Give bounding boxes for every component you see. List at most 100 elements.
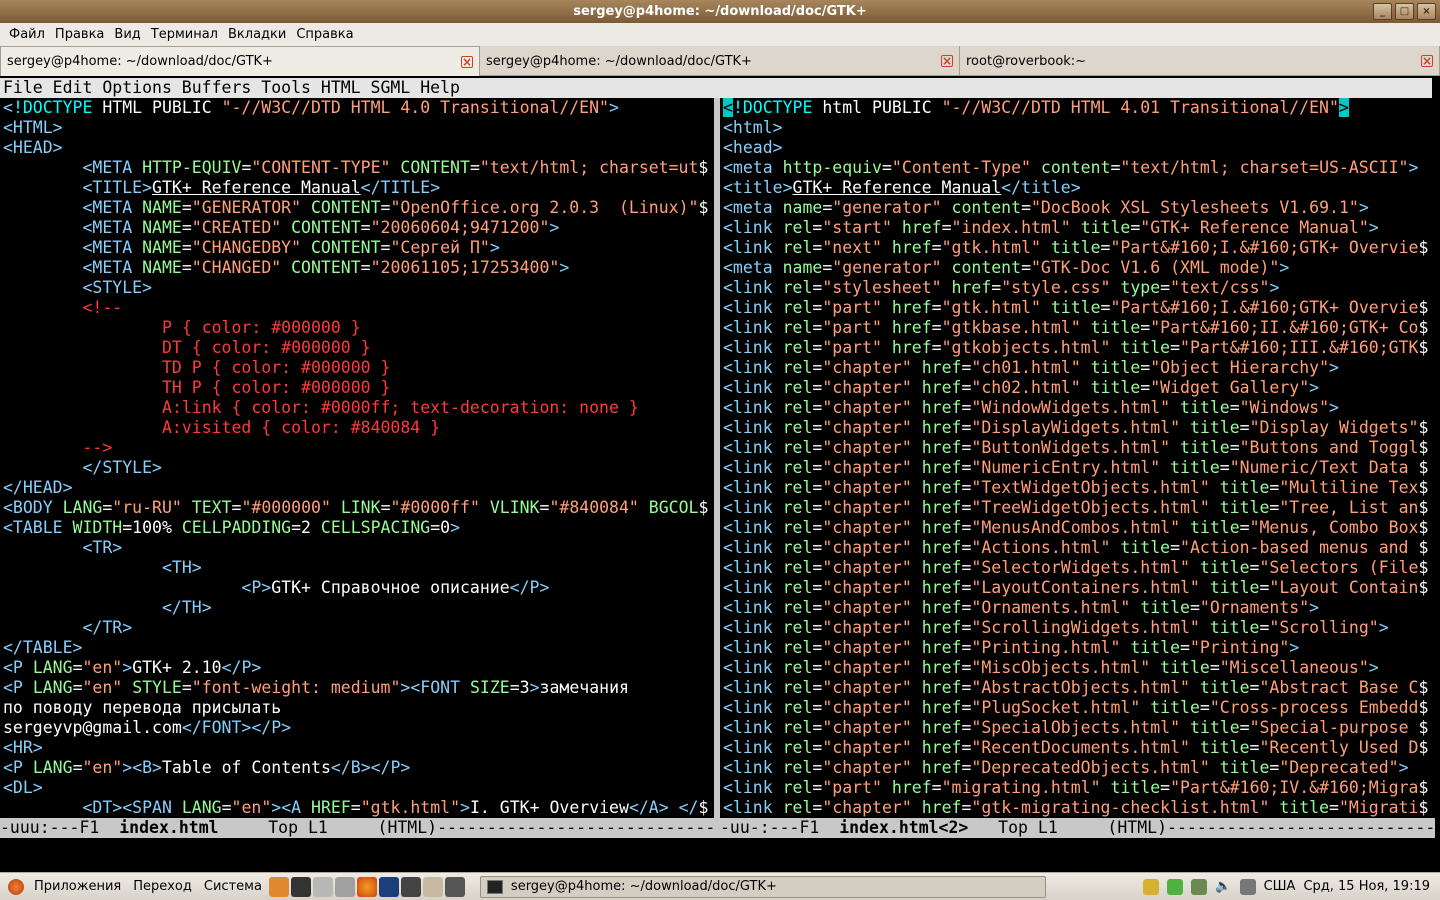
- code-line[interactable]: <html>: [723, 118, 1435, 138]
- maximize-button[interactable]: □: [1395, 3, 1414, 20]
- code-line[interactable]: <link rel="chapter" href="WindowWidgets.…: [723, 398, 1435, 418]
- code-line[interactable]: <P>GTK+ Справочное описание</P>: [3, 578, 713, 598]
- keyboard-layout[interactable]: США: [1264, 879, 1296, 894]
- code-line[interactable]: <TABLE WIDTH=100% CELLPADDING=2 CELLSPAC…: [3, 518, 713, 538]
- code-line[interactable]: <STYLE>: [3, 278, 713, 298]
- code-line[interactable]: <META NAME="GENERATOR" CONTENT="OpenOffi…: [3, 198, 713, 218]
- code-line[interactable]: <HEAD>: [3, 138, 713, 158]
- code-line[interactable]: <link rel="start" href="index.html" titl…: [723, 218, 1435, 238]
- code-line[interactable]: </HEAD>: [3, 478, 713, 498]
- code-line[interactable]: <link rel="chapter" href="NumericEntry.h…: [723, 458, 1435, 478]
- code-line[interactable]: P { color: #000000 }: [3, 318, 713, 338]
- code-line[interactable]: <link rel="chapter" href="Actions.html" …: [723, 538, 1435, 558]
- code-line[interactable]: <DL>: [3, 778, 713, 798]
- close-tab-icon[interactable]: ×: [461, 55, 473, 68]
- menu-applications[interactable]: Приложения: [28, 879, 127, 894]
- code-line[interactable]: A:link { color: #0000ff; text-decoration…: [3, 398, 713, 418]
- code-line[interactable]: <meta name="generator" content="DocBook …: [723, 198, 1435, 218]
- minimize-button[interactable]: _: [1373, 3, 1392, 20]
- tab-1[interactable]: sergey@p4home: ~/download/doc/GTK+ ×: [0, 46, 480, 76]
- code-line[interactable]: </TR>: [3, 618, 713, 638]
- code-line[interactable]: <META NAME="CHANGEDBY" CONTENT="Сергей П…: [3, 238, 713, 258]
- menu-view[interactable]: Вид: [109, 27, 145, 42]
- code-line[interactable]: <link rel="chapter" href="ch02.html" tit…: [723, 378, 1435, 398]
- code-line[interactable]: <link rel="part" href="migrating.html" t…: [723, 778, 1435, 798]
- menu-help[interactable]: Справка: [291, 27, 358, 42]
- code-line[interactable]: <META HTTP-EQUIV="CONTENT-TYPE" CONTENT=…: [3, 158, 713, 178]
- emacs-menubar[interactable]: File Edit Options Buffers Tools HTML SGM…: [0, 78, 1432, 98]
- menu-file[interactable]: Файл: [4, 27, 50, 42]
- code-line[interactable]: <link rel="chapter" href="SpecialObjects…: [723, 718, 1435, 738]
- code-line[interactable]: <link rel="next" href="gtk.html" title="…: [723, 238, 1435, 258]
- code-line[interactable]: <head>: [723, 138, 1435, 158]
- menu-places[interactable]: Переход: [127, 879, 198, 894]
- code-line[interactable]: <link rel="chapter" href="SelectorWidget…: [723, 558, 1435, 578]
- code-line[interactable]: </TH>: [3, 598, 713, 618]
- code-line[interactable]: <BODY LANG="ru-RU" TEXT="#000000" LINK="…: [3, 498, 713, 518]
- settings-launcher-icon[interactable]: [312, 876, 333, 897]
- code-line[interactable]: <link rel="stylesheet" href="style.css" …: [723, 278, 1435, 298]
- screen-launcher-icon[interactable]: [400, 876, 421, 897]
- code-line[interactable]: <DT><SPAN LANG="en"><A HREF="gtk.html">I…: [3, 798, 713, 818]
- code-line[interactable]: <TH>: [3, 558, 713, 578]
- code-line[interactable]: <link rel="part" href="gtkobjects.html" …: [723, 338, 1435, 358]
- code-line[interactable]: <meta http-equiv="Content-Type" content=…: [723, 158, 1435, 178]
- tools-launcher-icon[interactable]: [334, 876, 355, 897]
- menu-edit[interactable]: Правка: [50, 27, 109, 42]
- code-line[interactable]: <link rel="chapter" href="AbstractObject…: [723, 678, 1435, 698]
- window-titlebar[interactable]: sergey@p4home: ~/download/doc/GTK+ _ □ ×: [0, 0, 1440, 23]
- code-line[interactable]: <!DOCTYPE HTML PUBLIC "-//W3C//DTD HTML …: [3, 98, 713, 118]
- code-line[interactable]: A:visited { color: #840084 }: [3, 418, 713, 438]
- volume-icon[interactable]: 🔈: [1215, 879, 1231, 894]
- code-line[interactable]: <link rel="chapter" href="gtk-migrating-…: [723, 798, 1435, 818]
- code-line[interactable]: <link rel="chapter" href="Ornaments.html…: [723, 598, 1435, 618]
- update-icon[interactable]: [1167, 878, 1184, 895]
- network-icon[interactable]: [1191, 878, 1208, 895]
- code-line[interactable]: <link rel="chapter" href="MenusAndCombos…: [723, 518, 1435, 538]
- code-line[interactable]: <TITLE>GTK+ Reference Manual</TITLE>: [3, 178, 713, 198]
- code-line[interactable]: <link rel="chapter" href="LayoutContaine…: [723, 578, 1435, 598]
- code-line[interactable]: <title>GTK+ Reference Manual</title>: [723, 178, 1435, 198]
- close-button[interactable]: ×: [1417, 3, 1436, 20]
- code-line[interactable]: <!--: [3, 298, 713, 318]
- code-line[interactable]: DT { color: #000000 }: [3, 338, 713, 358]
- clock[interactable]: Срд, 15 Ноя, 19:19: [1303, 879, 1430, 894]
- code-line[interactable]: <link rel="chapter" href="TreeWidgetObje…: [723, 498, 1435, 518]
- tab-3[interactable]: root@roverbook:~ ×: [960, 46, 1440, 76]
- code-line[interactable]: <link rel="chapter" href="ScrollingWidge…: [723, 618, 1435, 638]
- code-line[interactable]: <link rel="chapter" href="Printing.html"…: [723, 638, 1435, 658]
- code-line[interactable]: <P LANG="en"><B>Table of Contents</B></P…: [3, 758, 713, 778]
- close-tab-icon[interactable]: ×: [941, 55, 953, 67]
- code-line[interactable]: TH P { color: #000000 }: [3, 378, 713, 398]
- left-editor-pane[interactable]: <!DOCTYPE HTML PUBLIC "-//W3C//DTD HTML …: [3, 98, 713, 818]
- code-line[interactable]: <link rel="part" href="gtk.html" title="…: [723, 298, 1435, 318]
- code-line[interactable]: <META NAME="CHANGED" CONTENT="20061105;1…: [3, 258, 713, 278]
- code-line[interactable]: </TABLE>: [3, 638, 713, 658]
- user-icon[interactable]: [1143, 878, 1160, 895]
- terminal-launcher-icon[interactable]: [290, 876, 311, 897]
- code-line[interactable]: <link rel="chapter" href="DeprecatedObje…: [723, 758, 1435, 778]
- code-line[interactable]: <P LANG="en">GTK+ 2.10</P>: [3, 658, 713, 678]
- close-tab-icon[interactable]: ×: [1421, 55, 1433, 67]
- code-line[interactable]: <link rel="chapter" href="PlugSocket.htm…: [723, 698, 1435, 718]
- code-line[interactable]: <META NAME="CREATED" CONTENT="20060604;9…: [3, 218, 713, 238]
- code-line[interactable]: <link rel="chapter" href="MiscObjects.ht…: [723, 658, 1435, 678]
- echo-area[interactable]: [0, 838, 1440, 872]
- code-line[interactable]: -->: [3, 438, 713, 458]
- code-line[interactable]: по поводу перевода присылать: [3, 698, 713, 718]
- window-divider[interactable]: [714, 98, 720, 838]
- code-line[interactable]: <link rel="chapter" href="RecentDocument…: [723, 738, 1435, 758]
- tab-2[interactable]: sergey@p4home: ~/download/doc/GTK+ ×: [480, 46, 960, 76]
- monitor-launcher-icon[interactable]: [444, 876, 465, 897]
- taskbar-item-terminal[interactable]: sergey@p4home: ~/download/doc/GTK+: [479, 875, 1046, 898]
- code-line[interactable]: <TR>: [3, 538, 713, 558]
- code-line[interactable]: </STYLE>: [3, 458, 713, 478]
- menu-terminal[interactable]: Терминал: [146, 27, 223, 42]
- menu-system[interactable]: Система: [198, 879, 268, 894]
- blank-launcher-icon[interactable]: [422, 876, 443, 897]
- code-line[interactable]: <meta name="generator" content="GTK-Doc …: [723, 258, 1435, 278]
- code-line[interactable]: <!DOCTYPE html PUBLIC "-//W3C//DTD HTML …: [723, 98, 1435, 118]
- code-line[interactable]: TD P { color: #000000 }: [3, 358, 713, 378]
- right-editor-pane[interactable]: <!DOCTYPE html PUBLIC "-//W3C//DTD HTML …: [723, 98, 1435, 818]
- code-line[interactable]: <link rel="chapter" href="DisplayWidgets…: [723, 418, 1435, 438]
